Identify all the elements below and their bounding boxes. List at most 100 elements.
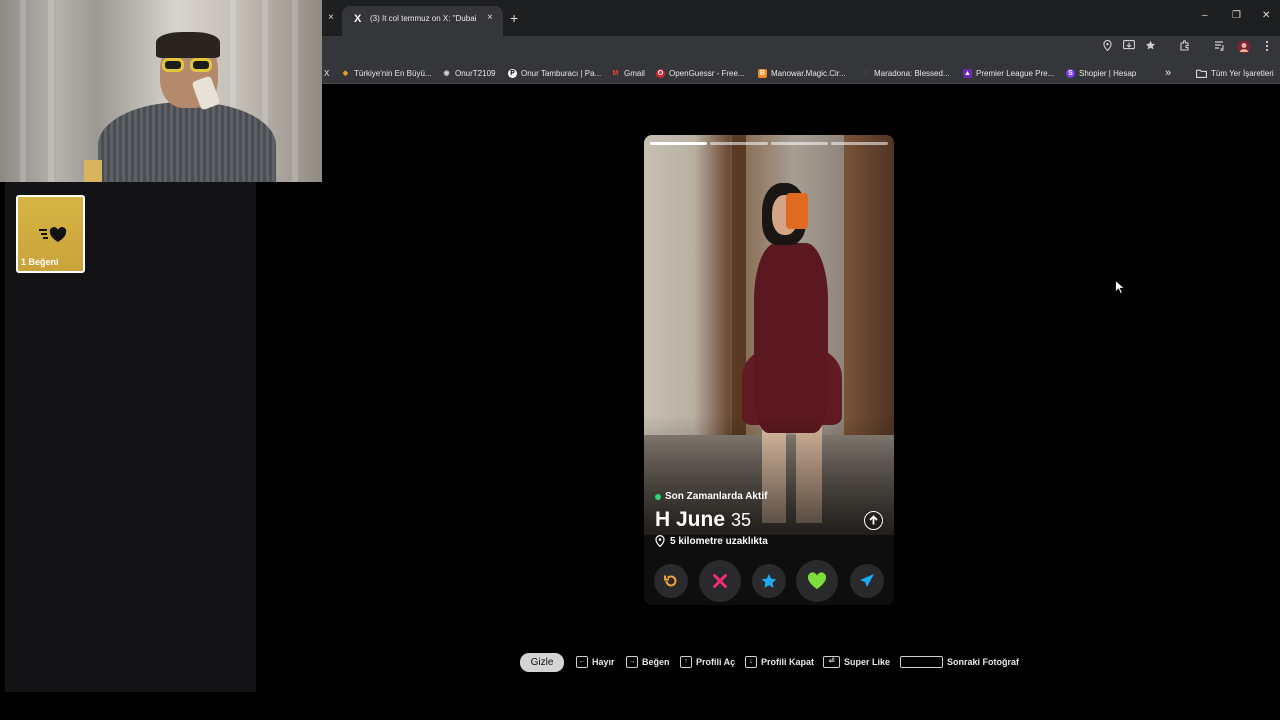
bookmark-x[interactable]: X [324,67,329,79]
open-profile-button[interactable] [864,511,883,530]
bookmark-maradona[interactable]: ◌ Maradona: Blessed... [861,67,950,79]
shortcut-label: Beğen [642,657,670,667]
profile-age: 35 [731,510,752,530]
mouse-cursor-icon [1115,280,1125,294]
favicon-icon: P [508,68,517,78]
menu-kebab-icon[interactable] [1265,40,1269,55]
super-like-button[interactable] [752,564,786,598]
star-icon [761,574,777,588]
shortcut-label: Hayır [592,657,615,667]
bookmark-label: OpenGuessr - Free... [669,68,745,78]
tab-title: (3) It col temmuz on X: "Dubai ... [370,14,478,23]
address-bar[interactable] [322,36,1092,58]
new-tab-button[interactable]: + [510,10,518,26]
favicon-icon: O [656,68,665,78]
bookmark-label: OnurT2109 [455,68,496,78]
photo-progress-segment [710,142,768,145]
photo-progress-segment [770,142,828,145]
arrow-right-key-icon: → [626,656,638,668]
distance: 5 kilometre uzaklıkta [655,535,768,547]
bookmark-label: Manowar.Magic.Cir... [771,68,846,78]
shortcut-next-photo: Sonraki Fotoğraf [900,656,1019,668]
status-text: Son Zamanlarda Aktif [665,491,768,502]
name-line: H June 35 [655,508,751,532]
shortcut-label: Profili Aç [696,657,736,667]
all-bookmarks-button[interactable]: Tüm Yer İşaretleri [1196,67,1274,79]
favicon-icon: ▲ [963,68,972,78]
webcam-overlay [0,0,322,182]
media-control-icon[interactable] [1214,40,1226,54]
bookmark-onur-tamburaci[interactable]: P Onur Tamburacı | Pa... [508,67,601,79]
x-logo-icon: X [354,13,362,25]
favicon-icon: ◌ [863,69,868,77]
restore-icon[interactable]: ❐ [1232,10,1241,21]
like-button[interactable] [796,560,838,602]
bookmark-turkiye[interactable]: ◆ Türkiye'nin En Büyü... [341,67,432,79]
location-icon[interactable] [1103,39,1112,54]
rewind-button[interactable] [654,564,688,598]
install-app-icon[interactable] [1123,40,1135,54]
shortcut-label: Profili Kapat [761,657,815,667]
bookmark-star-icon[interactable] [1145,40,1156,54]
nope-button[interactable] [699,560,741,602]
favicon-icon: S [1066,68,1075,78]
arrow-down-key-icon: ↓ [745,656,757,668]
arrow-up-key-icon: ↑ [680,656,692,668]
window-close-icon[interactable]: ✕ [1262,10,1270,21]
screen: × X (3) It col temmuz on X: "Dubai ... ×… [0,0,1280,720]
shortcut-no: ← Hayır [576,656,615,668]
bookmark-shopier[interactable]: S Shopier | Hesap [1066,67,1136,79]
arrow-up-icon [869,515,878,525]
fast-heart-icon [39,227,67,242]
bookmark-label: Onur Tamburacı | Pa... [521,68,602,78]
profile-name: H June [655,508,726,531]
online-dot-icon [655,493,661,500]
bookmark-label: Gmail [624,68,645,78]
x-icon [713,574,727,588]
likes-card[interactable]: 1 Beğeni [16,195,85,273]
bookmark-label: Shopier | Hesap [1079,68,1137,78]
heart-icon [807,572,827,589]
minimize-icon[interactable]: – [1202,10,1208,21]
rewind-icon [664,575,677,587]
bookmark-manowar[interactable]: B Manowar.Magic.Cir... [758,67,846,79]
photo-progress [650,142,888,145]
bookmark-openguessr[interactable]: O OpenGuessr - Free... [656,67,745,79]
gmail-icon: M [612,69,619,77]
prev-tab-close-icon[interactable]: × [328,12,334,23]
photo-progress-segment [830,142,888,145]
bookmark-label: Premier League Pre... [976,68,1055,78]
location-pin-icon [655,535,665,547]
extensions-icon[interactable] [1179,40,1190,54]
arrow-left-key-icon: ← [576,656,588,668]
shortcut-super-like: ⏎ Super Like [823,656,890,668]
bookmark-label: Türkiye'nin En Büyü... [354,68,432,78]
bookmark-gmail[interactable]: M Gmail [611,67,645,79]
boost-button[interactable] [850,564,884,598]
hide-shortcuts-button[interactable]: Gizle [520,653,564,672]
tab-active[interactable]: X (3) It col temmuz on X: "Dubai ... × [342,6,503,36]
bookmark-label: Maradona: Blessed... [874,68,950,78]
photo-progress-segment [650,142,708,145]
bookmark-onurt2109[interactable]: ◉ OnurT2109 [442,67,495,79]
shortcut-open-profile: ↑ Profili Aç [680,656,735,668]
space-key-icon [900,656,943,668]
profile-photo[interactable] [644,135,894,535]
shortcut-like: → Beğen [626,656,670,668]
active-status: Son Zamanlarda Aktif [655,491,767,502]
favicon-icon: ◆ [342,69,349,77]
distance-text: 5 kilometre uzaklıkta [670,535,768,547]
shortcut-label: Super Like [844,657,891,667]
action-bar [644,560,894,604]
bookmark-label: Tüm Yer İşaretleri [1211,68,1274,78]
send-icon [860,574,874,587]
bookmark-premier-league[interactable]: ▲ Premier League Pre... [963,67,1054,79]
favicon-icon: B [758,68,767,78]
tab-close-icon[interactable]: × [487,12,493,23]
bookmarks-overflow-button[interactable]: » [1165,67,1171,79]
shortcut-label: Sonraki Fotoğraf [947,657,1020,667]
profile-avatar-icon[interactable] [1237,40,1251,57]
shortcut-close-profile: ↓ Profili Kapat [745,656,814,668]
folder-icon [1196,69,1207,78]
enter-key-icon: ⏎ [823,656,840,668]
